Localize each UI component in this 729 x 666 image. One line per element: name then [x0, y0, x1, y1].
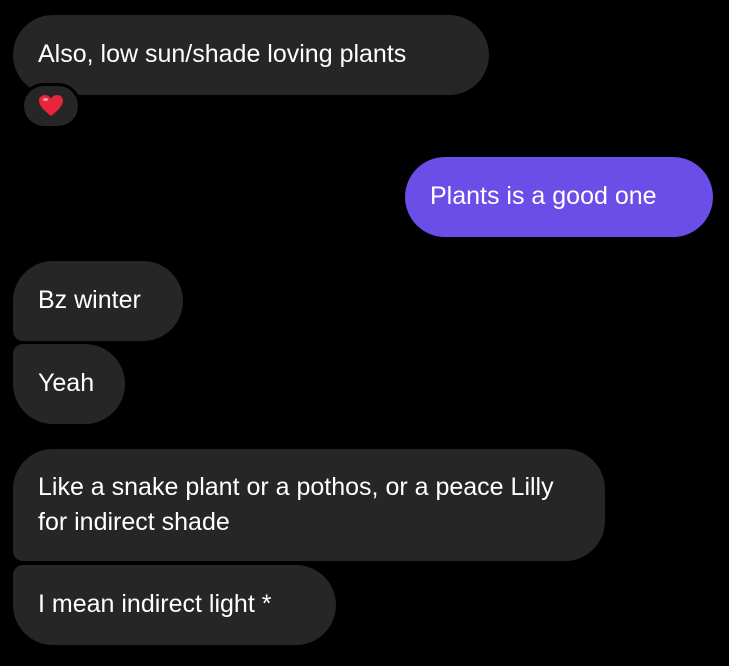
- message-text: I mean indirect light *: [38, 590, 272, 618]
- message-bubble-outgoing[interactable]: Plants is a good one: [405, 157, 713, 237]
- message-reaction[interactable]: [21, 83, 81, 129]
- message-bubble-incoming[interactable]: Also, low sun/shade loving plants: [13, 15, 489, 95]
- message-text: Plants is a good one: [430, 182, 657, 210]
- message-bubble-incoming[interactable]: Bz winter: [13, 261, 183, 341]
- message-text: Also, low sun/shade loving plants: [38, 40, 407, 68]
- message-bubble-incoming[interactable]: I mean indirect light *: [13, 565, 336, 645]
- message-bubble-incoming[interactable]: Like a snake plant or a pothos, or a pea…: [13, 449, 605, 561]
- heart-icon: [39, 95, 63, 116]
- message-text: Bz winter: [38, 286, 141, 314]
- chat-screen: { "conversation": { "messages": [ {"dire…: [0, 0, 729, 666]
- message-text: Yeah: [38, 369, 95, 397]
- message-bubble-incoming[interactable]: Yeah: [13, 344, 125, 424]
- message-text: Like a snake plant or a pothos, or a pea…: [38, 473, 554, 536]
